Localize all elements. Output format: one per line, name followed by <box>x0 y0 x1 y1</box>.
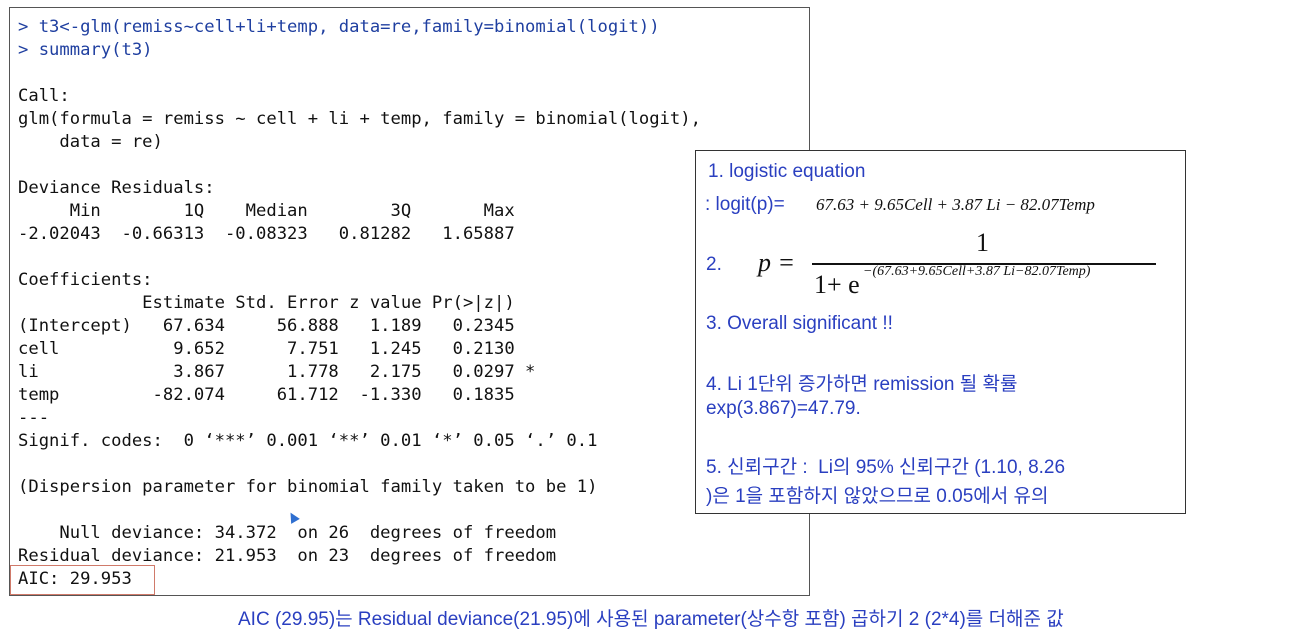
coefficient-row: li 3.867 1.778 2.175 0.0297 * <box>18 362 536 382</box>
aic-explanation-caption: AIC (29.95)는 Residual deviance(21.95)에 사… <box>238 609 1064 630</box>
note-5-line-1: 5. 신뢰구간 : Li의 95% 신뢰구간 (1.10, 8.26 <box>706 457 1066 478</box>
deviance-residuals-header: Min 1Q Median 3Q Max <box>18 201 515 221</box>
note-2-label: 2. <box>706 254 722 275</box>
note-2-exponent: −(67.63+9.65Cell+3.87 Li−82.07Temp) <box>863 264 1091 279</box>
separator: --- <box>18 408 50 428</box>
note-5-line-2: )은 1을 포함하지 않았으므로 0.05에서 유의 <box>706 486 1049 507</box>
coefficient-row: (Intercept) 67.634 56.888 1.189 0.2345 <box>18 316 515 336</box>
signif-codes: Signif. codes: 0 ‘***’ 0.001 ‘**’ 0.01 ‘… <box>18 431 598 451</box>
aic-highlight-box <box>10 565 155 595</box>
note-1-prefix: : logit(p)= <box>705 194 785 215</box>
deviance-residuals-heading: Deviance Residuals: <box>18 178 215 198</box>
call-formula: glm(formula = remiss ~ cell + li + temp,… <box>18 109 701 129</box>
coefficient-row: temp -82.074 61.712 -1.330 0.1835 <box>18 385 515 405</box>
call-formula-data: data = re) <box>18 132 163 152</box>
deviance-residuals-values: -2.02043 -0.66313 -0.08323 0.81282 1.658… <box>18 224 515 244</box>
dispersion-note: (Dispersion parameter for binomial famil… <box>18 477 598 497</box>
command-line-glm: > t3<-glm(remiss~cell+li+temp, data=re,f… <box>18 17 660 37</box>
note-4-line-2: exp(3.867)=47.79. <box>706 398 861 419</box>
command-line-summary: > summary(t3) <box>18 40 153 60</box>
note-2-denominator-base: 1+ e <box>814 270 860 299</box>
note-2-numerator: 1 <box>976 228 989 257</box>
null-deviance: Null deviance: 34.372 on 26 degrees of f… <box>18 523 557 543</box>
note-4-line-1: 4. Li 1단위 증가하면 remission 될 확률 <box>706 374 1018 395</box>
note-2-p: p = <box>758 248 796 277</box>
r-console-output: > t3<-glm(remiss~cell+li+temp, data=re,f… <box>9 7 810 596</box>
coefficients-header: Estimate Std. Error z value Pr(>|z|) <box>18 293 515 313</box>
coefficients-heading: Coefficients: <box>18 270 153 290</box>
note-3: 3. Overall significant !! <box>706 313 893 334</box>
note-1-formula: 67.63 + 9.65Cell + 3.87 Li − 82.07Temp <box>816 195 1095 214</box>
note-1-label: 1. logistic equation <box>708 161 866 182</box>
coefficient-row: cell 9.652 7.751 1.245 0.2130 <box>18 339 515 359</box>
call-heading: Call: <box>18 86 70 106</box>
